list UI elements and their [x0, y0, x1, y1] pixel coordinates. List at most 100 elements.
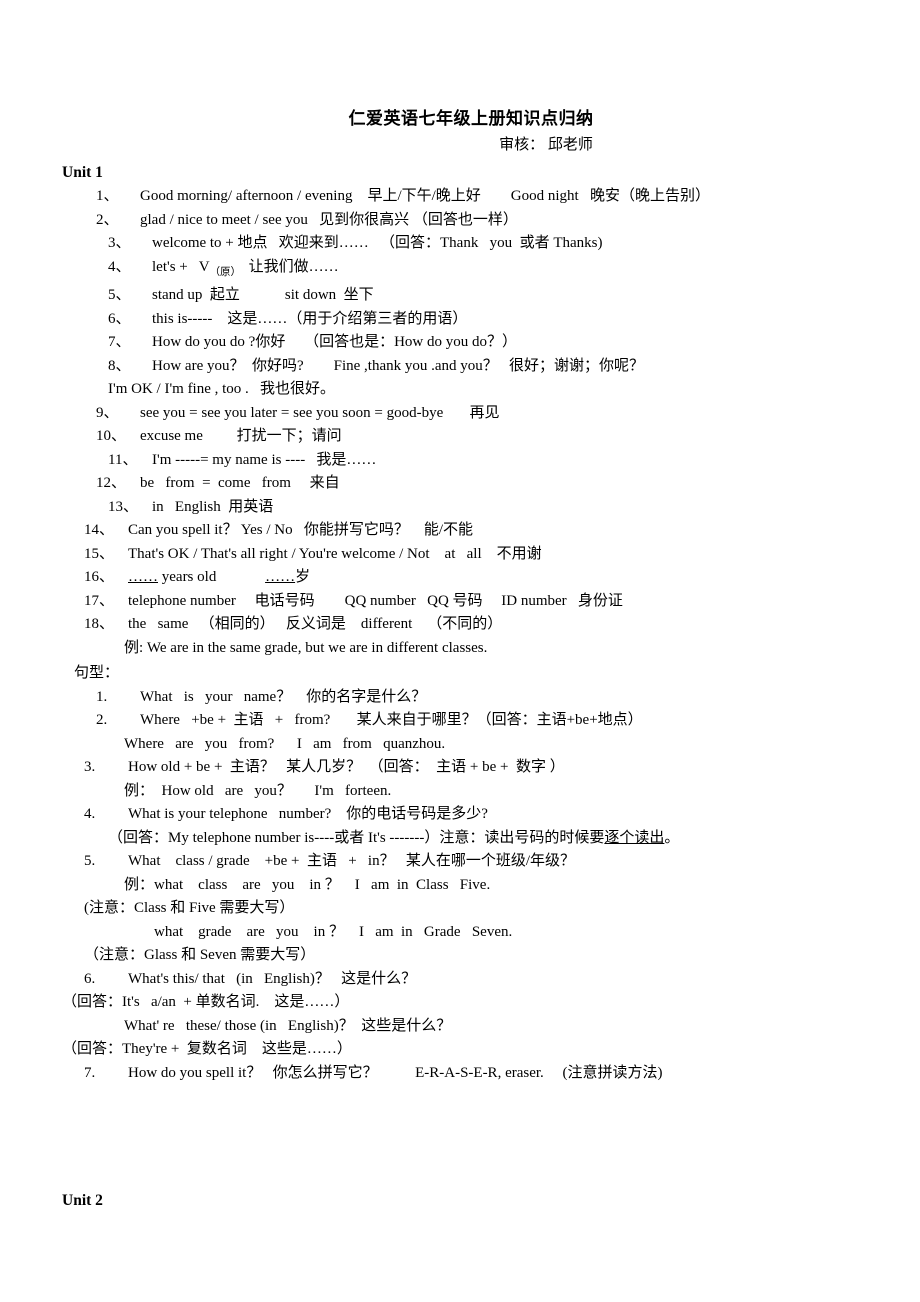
item-text: I'm OK / I'm fine , too . 我也很好。	[108, 381, 336, 397]
unit1-point: 13、 in English 用英语	[62, 496, 862, 520]
blank-underline: ……	[128, 569, 158, 585]
item-text: welcome to + 地点 欢迎来到…… （回答：Thank you 或者 …	[152, 235, 603, 251]
unit1-point: 5、 stand up 起立 sit down 坐下	[62, 284, 862, 308]
item-number: 2.	[96, 712, 108, 728]
item-number: 6、	[108, 310, 131, 327]
item-text-after: 让我们做……	[241, 258, 339, 275]
subscript-note: （原）	[209, 266, 242, 278]
unit1-point: 3、 welcome to + 地点 欢迎来到…… （回答：Thank you 或…	[62, 232, 862, 256]
item-text: glad / nice to meet / see you 见到你很高兴 （回答…	[140, 211, 518, 228]
item-number: 5、	[108, 287, 131, 303]
item-text-tail: 。	[664, 829, 680, 846]
item-text: years old	[158, 569, 266, 585]
item-text: (注意：Class 和 Five 需要大写）	[84, 900, 295, 916]
sentence-pattern-continuation: 例： How old are you？ I'm forteen.	[62, 780, 862, 804]
unit1-point: 18、 the same （相同的） 反义词是 different （不同的）	[62, 613, 862, 637]
sentence-pattern-continuation: Where are you from? I am from quanzhou.	[62, 733, 862, 757]
item-text: excuse me 打扰一下；请问	[140, 428, 342, 444]
item-number: 8、	[108, 357, 131, 374]
item-text: 例：what class are you in ？ I am in Class …	[124, 876, 491, 893]
item-number: 10、	[96, 428, 127, 444]
item-text: I'm -----= my name is ---- 我是……	[152, 451, 377, 468]
item-text: How do you do ?你好 （回答也是：How do you do？）	[152, 334, 517, 350]
sentence-pattern-continuation: what grade are you in ？ I am in Grade Se…	[62, 921, 862, 945]
unit1-points-list: 1、 Good morning/ afternoon / evening 早上/下…	[62, 185, 862, 660]
item-text: That's OK / That's all right / You're we…	[128, 545, 542, 562]
sentence-pattern-continuation: （注意：Glass 和 Seven 需要大写）	[62, 944, 862, 968]
item-text: What is your name？ 你的名字是什么？	[140, 688, 427, 705]
sentence-pattern: 2. Where +be + 主语 + from? 某人来自于哪里？（回答：主语+…	[62, 709, 862, 733]
item-number: 3、	[108, 235, 131, 251]
unit1-point-continuation: I'm OK / I'm fine , too . 我也很好。	[62, 378, 862, 402]
item-text: How do you spell it？ 你怎么拼写它？ E-R-A-S-E-R…	[128, 1064, 663, 1081]
emphasis-underline: 逐个读出	[604, 829, 665, 846]
item-text: What class / grade +be + 主语 + in？ 某人在哪一个…	[128, 853, 575, 869]
item-number: 5.	[84, 853, 96, 869]
item-text: 例： How old are you？ I'm forteen.	[124, 782, 392, 799]
sentence-pattern-continuation: （回答：It's a/an + 单数名词. 这是……）	[62, 991, 862, 1015]
item-number: 6.	[84, 970, 96, 987]
sentence-pattern: 7. How do you spell it？ 你怎么拼写它？ E-R-A-S-E…	[62, 1062, 862, 1086]
unit1-point: 17、 telephone number 电话号码 QQ number QQ 号码…	[62, 590, 862, 614]
item-number: 7、	[108, 334, 131, 350]
sentence-pattern-continuation: (注意：Class 和 Five 需要大写）	[62, 897, 862, 921]
unit1-point: 14、 Can you spell it？ Yes / No 你能拼写它吗？ 能/…	[62, 519, 862, 543]
item-number: 17、	[84, 592, 115, 609]
unit1-point: 6、 this is----- 这是……（用于介绍第三者的用语）	[62, 308, 862, 332]
unit1-point-continuation: 例: We are in the same grade, but we are …	[62, 637, 862, 661]
item-text: stand up 起立 sit down 坐下	[152, 287, 374, 303]
item-text: （注意：Glass 和 Seven 需要大写）	[84, 947, 316, 963]
item-number: 4、	[108, 258, 131, 275]
item-text: Where are you from? I am from quanzhou.	[124, 735, 446, 752]
item-number: 2、	[96, 211, 119, 228]
unit1-point: 10、 excuse me 打扰一下；请问	[62, 425, 862, 449]
item-text: What' re these/ those (in English)？ 这些是什…	[124, 1017, 452, 1034]
item-text: （回答：They're + 复数名词 这些是……）	[62, 1041, 352, 1057]
unit1-point: 7、 How do you do ?你好 （回答也是：How do you do？…	[62, 331, 862, 355]
blank-underline: ……	[265, 569, 296, 585]
item-text: What's this/ that (in English)？ 这是什么？	[128, 970, 417, 987]
sentence-pattern: 3. How old + be + 主语？ 某人几岁？ （回答： 主语 + be …	[62, 756, 862, 780]
item-number: 1、	[96, 188, 119, 204]
sentence-pattern-continuation: （回答：They're + 复数名词 这些是……）	[62, 1038, 862, 1062]
unit1-point: 11、 I'm -----= my name is ---- 我是……	[62, 449, 862, 473]
sentence-pattern-continuation: What' re these/ those (in English)？ 这些是什…	[62, 1015, 862, 1039]
sentence-patterns-label: 句型：	[74, 665, 120, 681]
item-text-tail: 岁	[295, 569, 311, 585]
document-page: 仁爱英语七年级上册知识点归纳 审核： 邱老师 Unit 1 1、 Good mor…	[0, 0, 920, 1302]
unit1-point: 12、 be from = come from 来自	[62, 472, 862, 496]
sentence-pattern: 1. What is your name？ 你的名字是什么？	[62, 686, 862, 710]
unit1-heading: Unit 1	[62, 164, 103, 181]
sentence-pattern: 5. What class / grade +be + 主语 + in？ 某人在哪…	[62, 850, 862, 874]
item-text: （回答：It's a/an + 单数名词. 这是……）	[62, 994, 350, 1010]
unit2-heading: Unit 2	[62, 1192, 103, 1209]
item-text: Good morning/ afternoon / evening 早上/下午/…	[140, 188, 710, 204]
unit1-point: 9、 see you = see you later = see you soon…	[62, 402, 862, 426]
unit1-point: 16、…… years old ……岁	[62, 566, 862, 590]
item-text: （回答：My telephone number is----或者 It's --…	[108, 829, 605, 846]
item-text: 例: We are in the same grade, but we are …	[124, 639, 488, 656]
item-text: be from = come from 来自	[140, 475, 340, 491]
item-text: this is----- 这是……（用于介绍第三者的用语）	[152, 310, 468, 327]
reviewer-line: 审核： 邱老师	[499, 137, 593, 153]
unit1-point: 8、 How are you？ 你好吗? Fine ,thank you .and…	[62, 355, 862, 379]
sentence-pattern-continuation: （回答：My telephone number is----或者 It's --…	[62, 827, 862, 851]
item-number: 15、	[84, 545, 115, 562]
item-text: the same （相同的） 反义词是 different （不同的）	[128, 616, 503, 632]
document-body: 仁爱英语七年级上册知识点归纳 审核： 邱老师 Unit 1 1、 Good mor…	[62, 104, 862, 1085]
item-text: telephone number 电话号码 QQ number QQ 号码 ID…	[128, 592, 623, 609]
sentence-pattern: 6. What's this/ that (in English)？ 这是什么？	[62, 968, 862, 992]
item-number: 3.	[84, 759, 96, 775]
item-number: 1.	[96, 688, 108, 705]
unit1-point: 4、 let's + V（原） 让我们做……	[62, 256, 862, 285]
item-text: Can you spell it？ Yes / No 你能拼写它吗？ 能/不能	[128, 522, 474, 538]
unit1-point: 15、 That's OK / That's all right / You're…	[62, 543, 862, 567]
item-number: 9、	[96, 404, 119, 421]
item-text: in English 用英语	[152, 498, 274, 515]
item-number: 14、	[84, 522, 115, 538]
item-number: 7.	[84, 1064, 96, 1081]
item-number: 13、	[108, 498, 139, 515]
unit1-point: 1、 Good morning/ afternoon / evening 早上/下…	[62, 185, 862, 209]
item-number: 16、	[84, 569, 115, 585]
item-text: see you = see you later = see you soon =…	[140, 404, 500, 421]
